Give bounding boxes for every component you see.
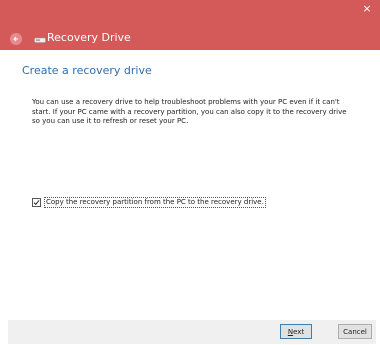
next-button[interactable]: Next [280,324,312,339]
drive-icon [34,37,46,43]
cancel-button[interactable]: Cancel [338,324,372,339]
copy-partition-label[interactable]: Copy the recovery partition from the PC … [44,197,266,208]
title-bar: × Recovery Drive [0,0,380,50]
footer-bar: Next Cancel [8,320,376,344]
checkmark-icon [33,200,40,206]
next-label: ext [293,328,305,336]
copy-partition-checkbox[interactable] [32,198,41,207]
window-title: Recovery Drive [47,31,131,44]
content-area: Create a recovery drive You can use a re… [8,52,376,320]
copy-partition-option[interactable]: Copy the recovery partition from the PC … [32,197,266,208]
description-text: You can use a recovery drive to help tro… [32,98,347,125]
recovery-drive-window: × Recovery Drive Create a recovery drive… [0,0,380,345]
back-arrow-icon [13,36,18,42]
close-button[interactable]: × [360,2,374,16]
back-button[interactable] [10,33,22,45]
page-heading: Create a recovery drive [22,64,152,77]
